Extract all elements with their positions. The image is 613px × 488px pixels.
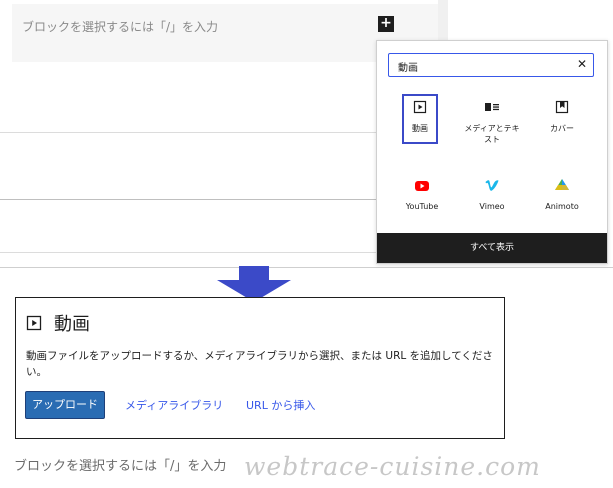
video-icon bbox=[26, 315, 42, 335]
editor-canvas-top: ブロックを選択するには「/」を入力 + 動画 ✕ 動画 メディアとテキスト カバ… bbox=[0, 0, 613, 268]
search-value: 動画 bbox=[398, 63, 418, 74]
insert-from-url-button[interactable]: URL から挿入 bbox=[246, 397, 315, 413]
block-item-label: Animoto bbox=[545, 202, 579, 211]
block-inserter-popover: 動画 ✕ 動画 メディアとテキスト カバー YouTube Vimeo Anim… bbox=[376, 40, 608, 264]
divider bbox=[0, 132, 376, 133]
vimeo-icon bbox=[461, 177, 523, 196]
divider bbox=[0, 267, 613, 268]
show-all-button[interactable]: すべて表示 bbox=[377, 233, 607, 263]
media-text-icon bbox=[461, 99, 523, 118]
animoto-icon bbox=[531, 177, 593, 196]
block-search-input[interactable]: 動画 ✕ bbox=[388, 53, 594, 77]
paragraph-placeholder[interactable]: ブロックを選択するには「/」を入力 bbox=[22, 18, 218, 35]
selected-block-highlight bbox=[402, 94, 438, 144]
media-library-button[interactable]: メディアライブラリ bbox=[125, 397, 223, 413]
block-inserter-button[interactable]: + bbox=[378, 16, 394, 32]
block-item-vimeo[interactable]: Vimeo bbox=[461, 171, 523, 227]
upload-button[interactable]: アップロード bbox=[25, 391, 105, 419]
block-item-label: Vimeo bbox=[479, 202, 505, 211]
cover-icon bbox=[531, 99, 593, 118]
block-instructions: 動画ファイルをアップロードするか、メディアライブラリから選択、または URL を… bbox=[26, 350, 493, 378]
block-item-label: メディアとテキスト bbox=[464, 124, 520, 144]
video-block-placeholder: 動画 動画ファイルをアップロードするか、メディアライブラリから選択、または UR… bbox=[15, 297, 505, 439]
block-item-label: カバー bbox=[550, 124, 574, 133]
block-item-cover[interactable]: カバー bbox=[531, 93, 593, 149]
block-item-media-text[interactable]: メディアとテキスト bbox=[461, 93, 523, 149]
divider bbox=[0, 199, 376, 200]
youtube-icon bbox=[391, 177, 453, 196]
watermark: webtrace-cuisine.com bbox=[244, 452, 541, 481]
close-icon[interactable]: ✕ bbox=[577, 57, 587, 71]
block-title: 動画 bbox=[54, 314, 90, 335]
block-item-label: YouTube bbox=[405, 202, 439, 211]
paragraph-placeholder[interactable]: ブロックを選択するには「/」を入力 bbox=[14, 455, 226, 474]
block-item-animoto[interactable]: Animoto bbox=[531, 171, 593, 227]
divider bbox=[0, 252, 376, 253]
block-item-youtube[interactable]: YouTube bbox=[391, 171, 453, 227]
